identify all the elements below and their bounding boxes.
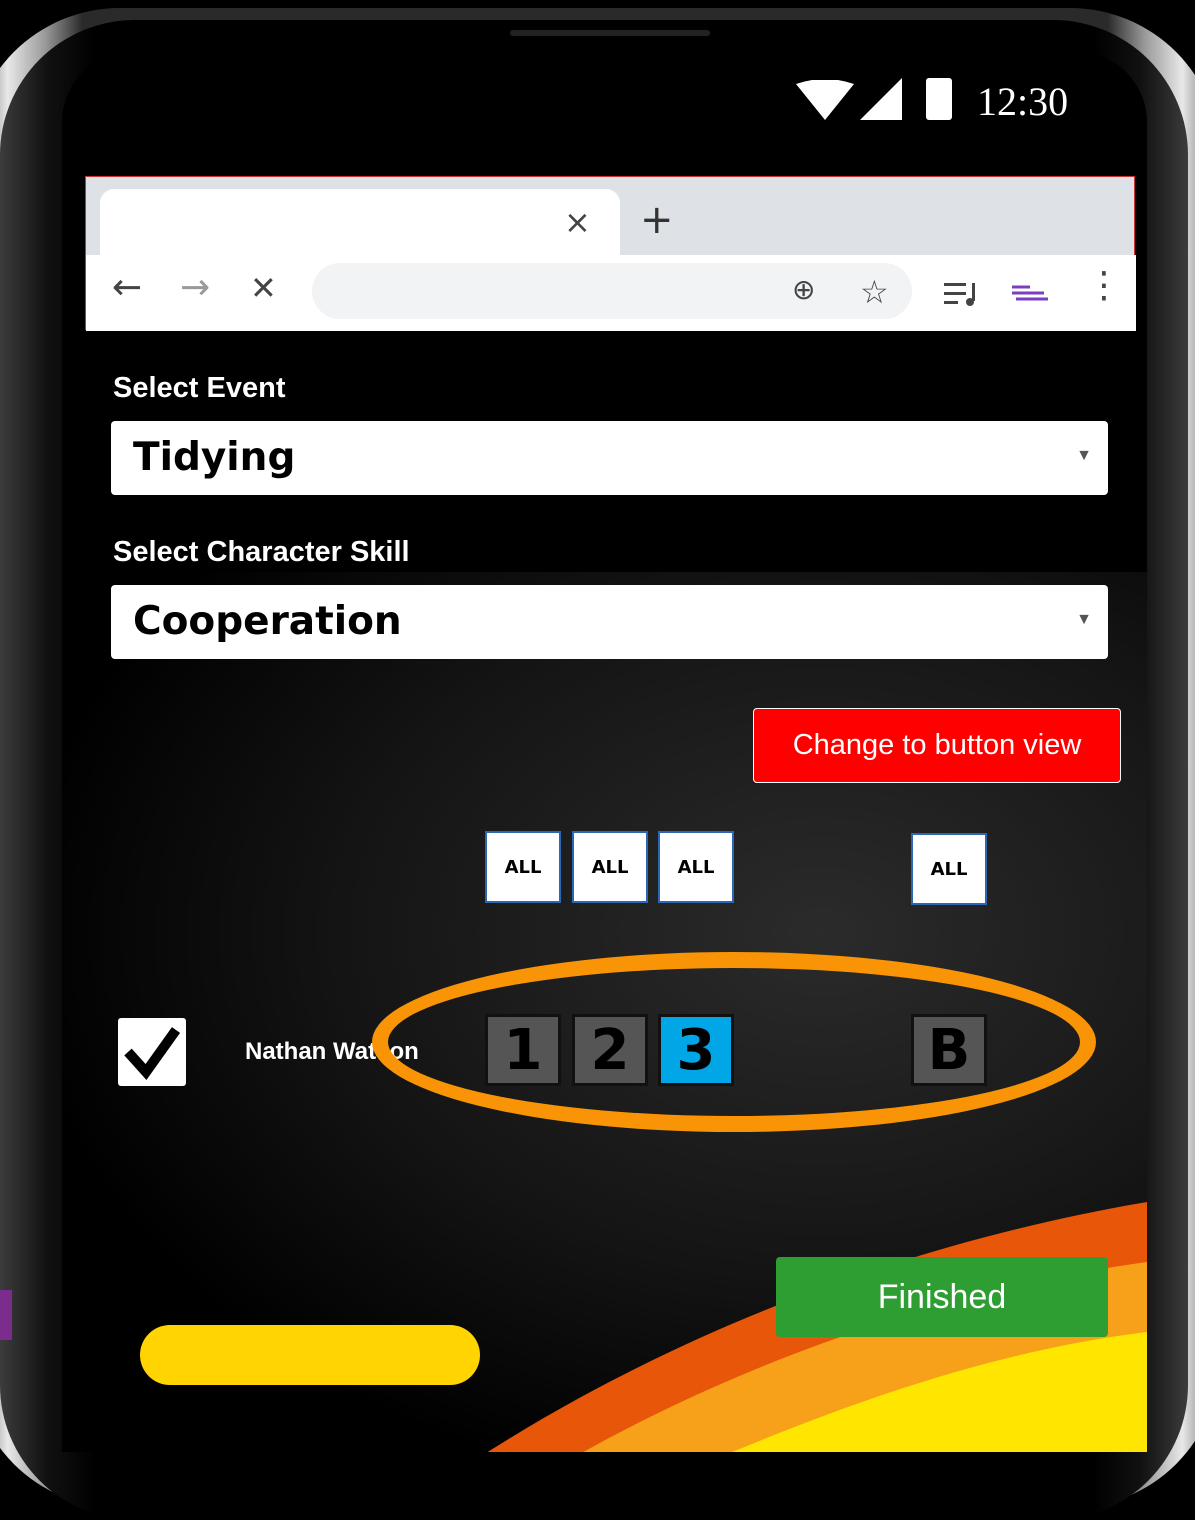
select-all-score-2-button[interactable]: ALL [572,831,648,903]
new-tab-icon[interactable]: + [640,197,674,243]
chevron-down-icon: ▼ [1076,611,1092,628]
browser-tab[interactable]: × [100,189,620,259]
stop-loading-icon[interactable]: ✕ [250,269,277,307]
finished-button[interactable]: Finished [776,1257,1108,1337]
zoom-icon[interactable]: ⊕ [792,273,815,306]
checkmark-icon [124,1027,181,1080]
change-view-button[interactable]: Change to button view [753,708,1121,783]
browser-chrome: × + ← → ✕ ⊕ ☆ ⋮ [85,176,1136,331]
partial-yellow-button[interactable] [140,1325,480,1385]
chevron-down-icon: ▼ [1076,447,1092,464]
select-skill-label: Select Character Skill [113,536,410,568]
skill-select-value: Cooperation [133,599,402,644]
tab-close-icon[interactable]: × [564,203,591,241]
student-checkbox[interactable] [118,1018,186,1086]
address-bar[interactable]: ⊕ ☆ [312,263,912,319]
bookmark-star-icon[interactable]: ☆ [860,273,889,311]
event-select[interactable]: Tidying ▼ [111,421,1108,495]
highlight-ring [372,952,1096,1132]
browser-toolbar: ← → ✕ ⊕ ☆ ⋮ [86,255,1136,331]
select-all-score-3-button[interactable]: ALL [658,831,734,903]
select-all-absent-button[interactable]: ALL [911,833,987,905]
background-accent [0,1290,12,1340]
event-select-value: Tidying [133,435,296,480]
wifi-icon [796,80,854,120]
select-all-score-1-button[interactable]: ALL [485,831,561,903]
battery-icon [926,78,952,120]
signal-icon [860,78,902,120]
forward-icon[interactable]: → [180,267,210,308]
select-event-label: Select Event [113,372,286,404]
skill-select[interactable]: Cooperation ▼ [111,585,1108,659]
media-playlist-icon[interactable] [944,281,980,307]
back-icon[interactable]: ← [112,267,142,308]
phone-speaker [510,30,710,36]
status-time: 12:30 [977,79,1069,124]
browser-menu-icon[interactable]: ⋮ [1086,265,1122,306]
extension-icon[interactable] [1010,283,1050,303]
